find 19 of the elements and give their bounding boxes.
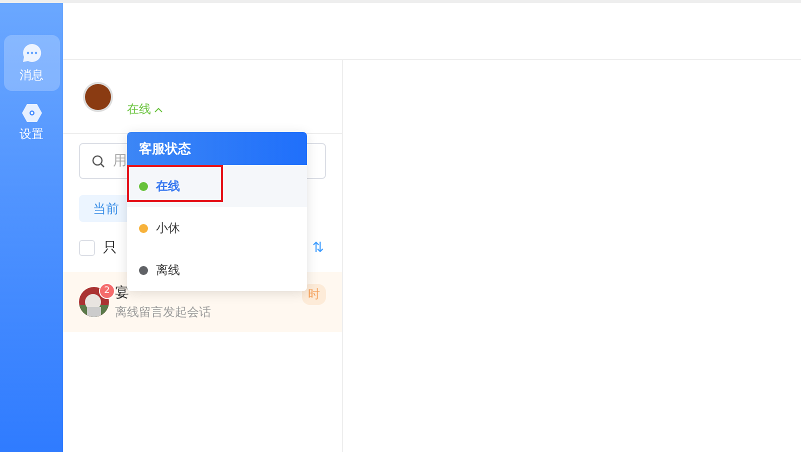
checkbox[interactable] xyxy=(79,240,95,256)
unread-badge: 2 xyxy=(99,283,115,299)
checkbox-label: 只 xyxy=(103,239,117,257)
message-preview: 离线留言发起会话 xyxy=(115,304,212,320)
status-option[interactable]: 在线 xyxy=(127,165,307,207)
sort-button[interactable]: ⇅ xyxy=(312,240,324,256)
menu-title: 客服状态 xyxy=(127,132,307,165)
nav-tab[interactable]: 消息 xyxy=(4,35,60,91)
gear-icon xyxy=(22,104,42,122)
status-dropdown[interactable]: 在线 xyxy=(127,101,163,118)
contact-name: 宴 xyxy=(115,284,130,302)
status-option[interactable]: 小休 xyxy=(127,207,307,249)
avatar xyxy=(85,84,111,110)
time-tag: 时 xyxy=(302,284,326,305)
caret-icon xyxy=(154,106,163,112)
status-option[interactable]: 离线 xyxy=(127,249,307,291)
nav-tab[interactable]: 设置 xyxy=(4,95,60,151)
chat-icon xyxy=(22,42,42,62)
search-icon xyxy=(92,154,105,168)
